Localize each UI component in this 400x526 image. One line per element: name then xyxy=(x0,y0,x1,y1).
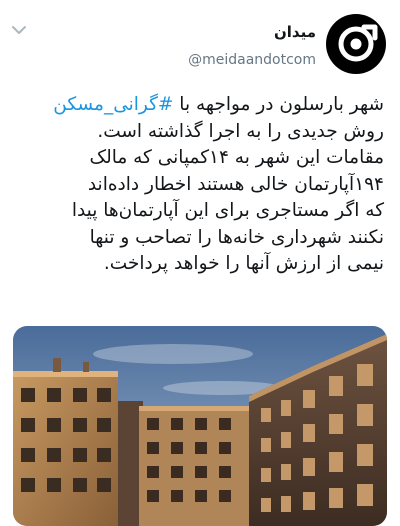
tweet-line-4: ۱۹۴آپارتمان خالی هستند اخطار داده‌اند xyxy=(87,173,384,195)
tweet-line-1: شهر بارسلون در مواجهه با #گرانی_مسکن xyxy=(14,92,384,119)
display-name[interactable]: میدان xyxy=(188,22,316,42)
tweet-line-3: مقامات این شهر به ۱۴کمپانی که مالک xyxy=(89,147,384,168)
user-handle[interactable]: @meidaandotcom xyxy=(188,52,316,68)
meidaan-logo-icon xyxy=(338,24,378,62)
barcelona-apartment-buildings-photo xyxy=(13,326,387,526)
tweet-header: میدان @meidaandotcom xyxy=(188,14,386,74)
tweet-media-photo[interactable] xyxy=(13,326,387,526)
tweet-line-6: نکنند شهرداری خانه‌ها را تصاحب و تنها xyxy=(89,226,384,248)
tweet-line-5: که اگر مستاجری برای این آپارتمان‌ها پیدا xyxy=(71,200,384,221)
tweet-line-7: نیمی از ارزش آنها را خواهد پرداخت. xyxy=(103,253,384,274)
chevron-down-icon[interactable] xyxy=(9,20,29,40)
avatar[interactable] xyxy=(326,14,386,74)
tweet-line-1-text: شهر بارسلون در مواجهه با xyxy=(173,94,384,115)
hashtag-link[interactable]: #گرانی_مسکن xyxy=(53,94,173,115)
tweet-text: شهر بارسلون در مواجهه با #گرانی_مسکن روش… xyxy=(14,92,384,278)
tweet-line-2: روش جدیدی را به اجرا گذاشته است. xyxy=(97,120,384,142)
